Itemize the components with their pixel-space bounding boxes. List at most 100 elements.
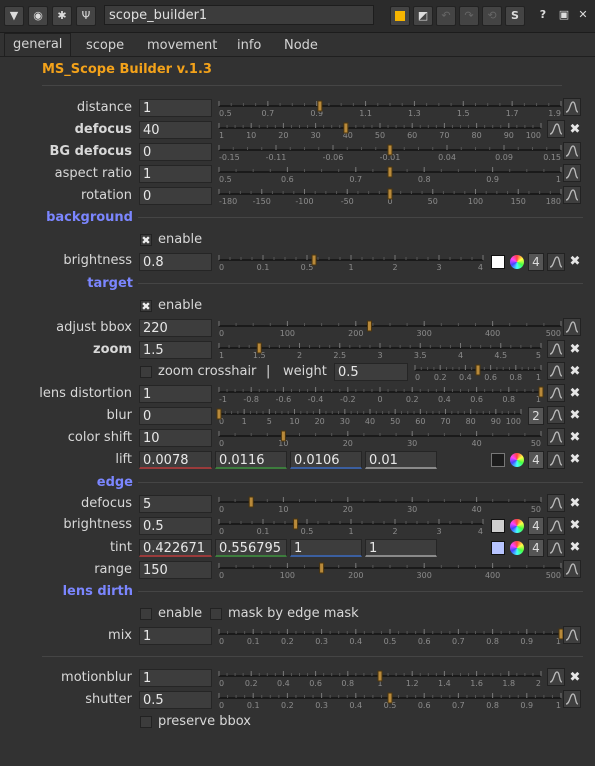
preserve-bbox-checkbox[interactable] bbox=[140, 716, 152, 728]
reset-x-icon[interactable]: ✖ bbox=[569, 409, 581, 422]
animation-curve-icon[interactable] bbox=[547, 340, 565, 358]
edge-defocus-input[interactable]: 5 bbox=[139, 495, 212, 513]
animation-curve-icon[interactable] bbox=[547, 451, 565, 469]
close-icon[interactable]: ✕ bbox=[574, 6, 592, 24]
animation-curve-icon[interactable] bbox=[547, 539, 565, 557]
bug-icon[interactable]: ✱ bbox=[52, 6, 72, 26]
reset-x-icon[interactable]: ✖ bbox=[569, 519, 581, 532]
reset-x-icon[interactable]: ✖ bbox=[569, 453, 581, 466]
lift-b-input[interactable]: 0.0106 bbox=[290, 451, 362, 469]
bg-brightness-input[interactable]: 0.8 bbox=[139, 253, 212, 271]
animation-curve-icon[interactable] bbox=[547, 517, 565, 535]
color-shift-slider[interactable]: 0 10 20 30 40 50 bbox=[217, 428, 543, 448]
reset-x-icon[interactable]: ✖ bbox=[569, 255, 581, 268]
lift-g-input[interactable]: 0.0116 bbox=[215, 451, 287, 469]
node-color-button[interactable] bbox=[390, 6, 410, 26]
defocus-input[interactable]: 40 bbox=[139, 121, 212, 139]
color-swatch[interactable] bbox=[491, 255, 505, 269]
node-name-field[interactable]: scope_builder1 bbox=[104, 5, 374, 25]
color-swatch[interactable] bbox=[491, 453, 505, 467]
shutter-slider[interactable]: 0 0.1 0.2 0.3 0.4 0.5 0.6 0.7 0.8 0.9 1 bbox=[217, 690, 563, 710]
color-wheel-icon[interactable] bbox=[510, 453, 524, 467]
tab-node[interactable]: Node bbox=[275, 34, 327, 57]
animation-curve-icon[interactable] bbox=[563, 318, 581, 336]
animation-curve-icon[interactable] bbox=[547, 406, 565, 424]
range-input[interactable]: 150 bbox=[139, 561, 212, 579]
background-enable-checkbox[interactable]: ✖ bbox=[140, 234, 152, 246]
rotation-input[interactable]: 0 bbox=[139, 187, 212, 205]
animation-curve-icon[interactable] bbox=[563, 142, 581, 160]
aspect-ratio-slider[interactable]: 0.5 0.6 0.7 0.8 0.9 1 bbox=[217, 164, 563, 184]
revert-icon[interactable]: ⟲ bbox=[482, 6, 502, 26]
rotation-slider[interactable]: -180 -150 -100 -50 0 50 100 150 180 bbox=[217, 186, 563, 206]
adjust-bbox-slider[interactable]: 0 100 200 300 400 500 bbox=[217, 318, 563, 338]
animation-curve-icon[interactable] bbox=[563, 690, 581, 708]
zoom-input[interactable]: 1.5 bbox=[139, 341, 212, 359]
float-window-icon[interactable]: ▣ bbox=[555, 6, 573, 24]
reset-x-icon[interactable]: ✖ bbox=[569, 343, 581, 356]
mask-by-edge-checkbox[interactable] bbox=[210, 608, 222, 620]
lift-r-input[interactable]: 0.0078 bbox=[139, 451, 212, 469]
tint-a-input[interactable]: 1 bbox=[365, 539, 437, 557]
animation-curve-icon[interactable] bbox=[547, 494, 565, 512]
tab-movement[interactable]: movement bbox=[138, 34, 226, 57]
node-view-icon[interactable]: ◉ bbox=[28, 6, 48, 26]
blur-slider[interactable]: 0 1 5 10 20 30 40 50 60 70 80 90 100 bbox=[216, 406, 523, 426]
animation-curve-icon[interactable] bbox=[547, 362, 565, 380]
aspect-ratio-input[interactable]: 1 bbox=[139, 165, 212, 183]
weight-input[interactable]: 0.5 bbox=[334, 363, 408, 381]
tool-icon[interactable]: Ψ bbox=[76, 6, 96, 26]
zoom-slider[interactable]: 1 1.5 2 2.5 3 3.5 4 4.5 5 bbox=[217, 340, 543, 360]
tab-general[interactable]: general bbox=[4, 33, 72, 57]
color-swatch[interactable] bbox=[491, 519, 505, 533]
motionblur-input[interactable]: 1 bbox=[139, 669, 212, 687]
animation-curve-icon[interactable] bbox=[547, 428, 565, 446]
animation-curve-icon[interactable] bbox=[547, 120, 565, 138]
color-picker-icon[interactable]: ◩ bbox=[413, 6, 433, 26]
reset-x-icon[interactable]: ✖ bbox=[569, 365, 581, 378]
zoom-crosshair-checkbox[interactable] bbox=[140, 366, 152, 378]
bg-defocus-input[interactable]: 0 bbox=[139, 143, 212, 161]
lens-distortion-input[interactable]: 1 bbox=[139, 385, 212, 403]
adjust-bbox-input[interactable]: 220 bbox=[139, 319, 212, 337]
animation-curve-icon[interactable] bbox=[563, 164, 581, 182]
animation-curve-icon[interactable] bbox=[547, 668, 565, 686]
reset-x-icon[interactable]: ✖ bbox=[569, 497, 581, 510]
edge-brightness-slider[interactable]: 0 0.1 0.5 1 2 3 4 bbox=[217, 516, 485, 536]
blur-input[interactable]: 0 bbox=[139, 407, 212, 425]
shutter-input[interactable]: 0.5 bbox=[139, 691, 212, 709]
mix-slider[interactable]: 0 0.1 0.2 0.3 0.4 0.5 0.6 0.7 0.8 0.9 1 bbox=[217, 626, 564, 646]
channel-count-button[interactable]: 2 bbox=[528, 407, 544, 425]
animation-curve-icon[interactable] bbox=[563, 560, 581, 578]
distance-input[interactable]: 1 bbox=[139, 99, 212, 117]
reset-x-icon[interactable]: ✖ bbox=[569, 671, 581, 684]
lens-dirth-enable-checkbox[interactable] bbox=[140, 608, 152, 620]
bg-defocus-slider[interactable]: -0.15 -0.11 -0.06 -0.01 0.04 0.09 0.15 bbox=[217, 142, 563, 162]
target-enable-checkbox[interactable]: ✖ bbox=[140, 300, 152, 312]
bg-brightness-slider[interactable]: 0 0.1 0.5 1 2 3 4 bbox=[217, 252, 485, 272]
reset-x-icon[interactable]: ✖ bbox=[569, 387, 581, 400]
color-swatch[interactable] bbox=[491, 541, 505, 555]
reset-x-icon[interactable]: ✖ bbox=[569, 123, 581, 136]
tab-info[interactable]: info bbox=[228, 34, 270, 57]
tab-scope[interactable]: scope bbox=[77, 34, 133, 57]
tint-g-input[interactable]: 0.556795 bbox=[215, 539, 287, 557]
color-wheel-icon[interactable] bbox=[510, 519, 524, 533]
edge-defocus-slider[interactable]: 0 10 20 30 40 50 bbox=[217, 494, 543, 514]
mix-input[interactable]: 1 bbox=[139, 627, 212, 645]
animation-curve-icon[interactable] bbox=[563, 98, 581, 116]
motionblur-slider[interactable]: 0 0.2 0.4 0.6 0.8 1 1.2 1.4 1.6 1.8 2 bbox=[217, 668, 543, 688]
defocus-slider[interactable]: 1 10 20 30 40 50 60 70 80 90 100 bbox=[217, 120, 543, 140]
channel-count-button[interactable]: 4 bbox=[528, 539, 544, 557]
color-wheel-icon[interactable] bbox=[510, 255, 524, 269]
distance-slider[interactable]: 0.5 0.7 0.9 1.1 1.3 1.5 1.7 1.9 bbox=[217, 98, 563, 118]
tint-r-input[interactable]: 0.422671 bbox=[139, 539, 212, 557]
collapse-arrow-icon[interactable]: ▼ bbox=[4, 6, 24, 26]
color-shift-input[interactable]: 10 bbox=[139, 429, 212, 447]
lens-distortion-slider[interactable]: -1 -0.8 -0.6 -0.4 -0.2 0 0.2 0.4 0.6 0.8 1 bbox=[217, 384, 544, 404]
animation-curve-icon[interactable] bbox=[563, 626, 581, 644]
weight-slider[interactable]: 0 0.2 0.4 0.6 0.8 1 bbox=[413, 362, 543, 382]
color-wheel-icon[interactable] bbox=[510, 541, 524, 555]
reset-x-icon[interactable]: ✖ bbox=[569, 431, 581, 444]
redo-icon[interactable]: ↷ bbox=[459, 6, 479, 26]
